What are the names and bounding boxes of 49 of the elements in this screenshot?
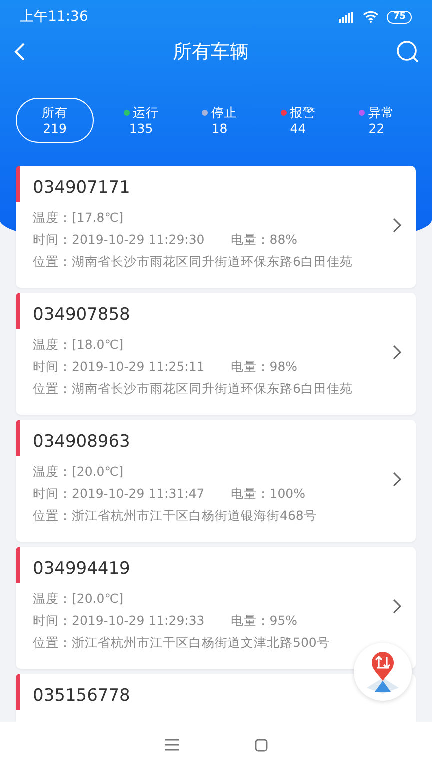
vehicle-card[interactable]: 034907858 温度：[18.0℃] 时间：2019-10-29 11:25:11 电量：98% 位置：湖南省长沙市雨花区同升街道环保东路6白田佳苑 [16,293,416,415]
chevron-icon [393,345,402,360]
vehicle-card[interactable]: 035156778 [16,674,416,722]
temperature-text: 温度：[20.0℃] [33,590,125,608]
vehicle-card[interactable]: 034994419 温度：[20.0℃] 时间：2019-10-29 11:29:33 电量：95% 位置：浙江省杭州市江干区白杨街道文津北路500号 [16,547,416,669]
status-bar-accent [16,166,20,202]
temperature-text: 温度：[20.0℃] [33,463,125,481]
vehicle-card[interactable]: 034908963 温度：[20.0℃] 时间：2019-10-29 11:31:47 电量：100% 位置：浙江省杭州市江干区白杨街道银海街468号 [16,420,416,542]
search-button[interactable] [396,40,420,64]
vehicle-id: 034994419 [33,559,132,579]
time-text: 时间：2019-10-29 11:25:11 [33,358,205,376]
time-text: 时间：2019-10-29 11:29:33 [33,612,205,630]
battery-text: 电量：88% [230,231,298,249]
location-text: 位置：浙江省杭州市江干区白杨街道银海街468号 [33,507,318,525]
time-text: 时间：2019-10-29 11:29:30 [33,231,205,249]
wifi-icon [363,11,380,23]
filter-tab[interactable]: 停止 18 [180,98,259,143]
back-button[interactable] [14,42,26,62]
battery-level: 75 [387,10,412,24]
filter-tab[interactable]: 运行 135 [102,98,180,143]
location-text: 位置：湖南省长沙市雨花区同升街道环保东路6白田佳苑 [33,380,354,398]
time-text: 时间：2019-10-29 11:31:47 [33,485,205,503]
chevron-icon [393,472,402,487]
filter-tab[interactable]: 所有 219 [16,98,94,143]
location-text: 位置：浙江省杭州市江干区白杨街道文津北路500号 [33,634,331,652]
status-bar-accent [16,674,20,710]
status-bar-accent [16,293,20,329]
vehicle-id: 034907858 [33,305,132,325]
battery-text: 电量：100% [230,485,306,503]
vehicle-card[interactable]: 034907171 温度：[17.8℃] 时间：2019-10-29 11:29:30 电量：88% 位置：湖南省长沙市雨花区同升街道环保东路6白田佳苑 [16,166,416,288]
home-button[interactable] [254,738,268,752]
chevron-icon [393,599,402,614]
location-text: 位置：湖南省长沙市雨花区同升街道环保东路6白田佳苑 [33,253,354,271]
status-bar-accent [16,547,20,583]
status-time: 上午11:36 [20,8,88,26]
menu-button[interactable] [164,739,178,751]
page-title: 所有车辆 [173,40,249,65]
chevron-icon [393,218,402,233]
vehicle-id: 034907171 [33,178,132,198]
signal-icon [339,12,356,22]
filter-tab[interactable]: 报警 44 [259,98,338,143]
battery-text: 电量：95% [230,612,298,630]
filter-tab[interactable]: 异常 22 [338,98,416,143]
temperature-text: 温度：[17.8℃] [33,209,125,227]
battery-text: 电量：98% [230,358,298,376]
status-bar-accent [16,420,20,456]
vehicle-id: 034908963 [33,432,132,452]
temperature-text: 温度：[18.0℃] [33,336,125,354]
vehicle-id: 035156778 [33,686,132,706]
